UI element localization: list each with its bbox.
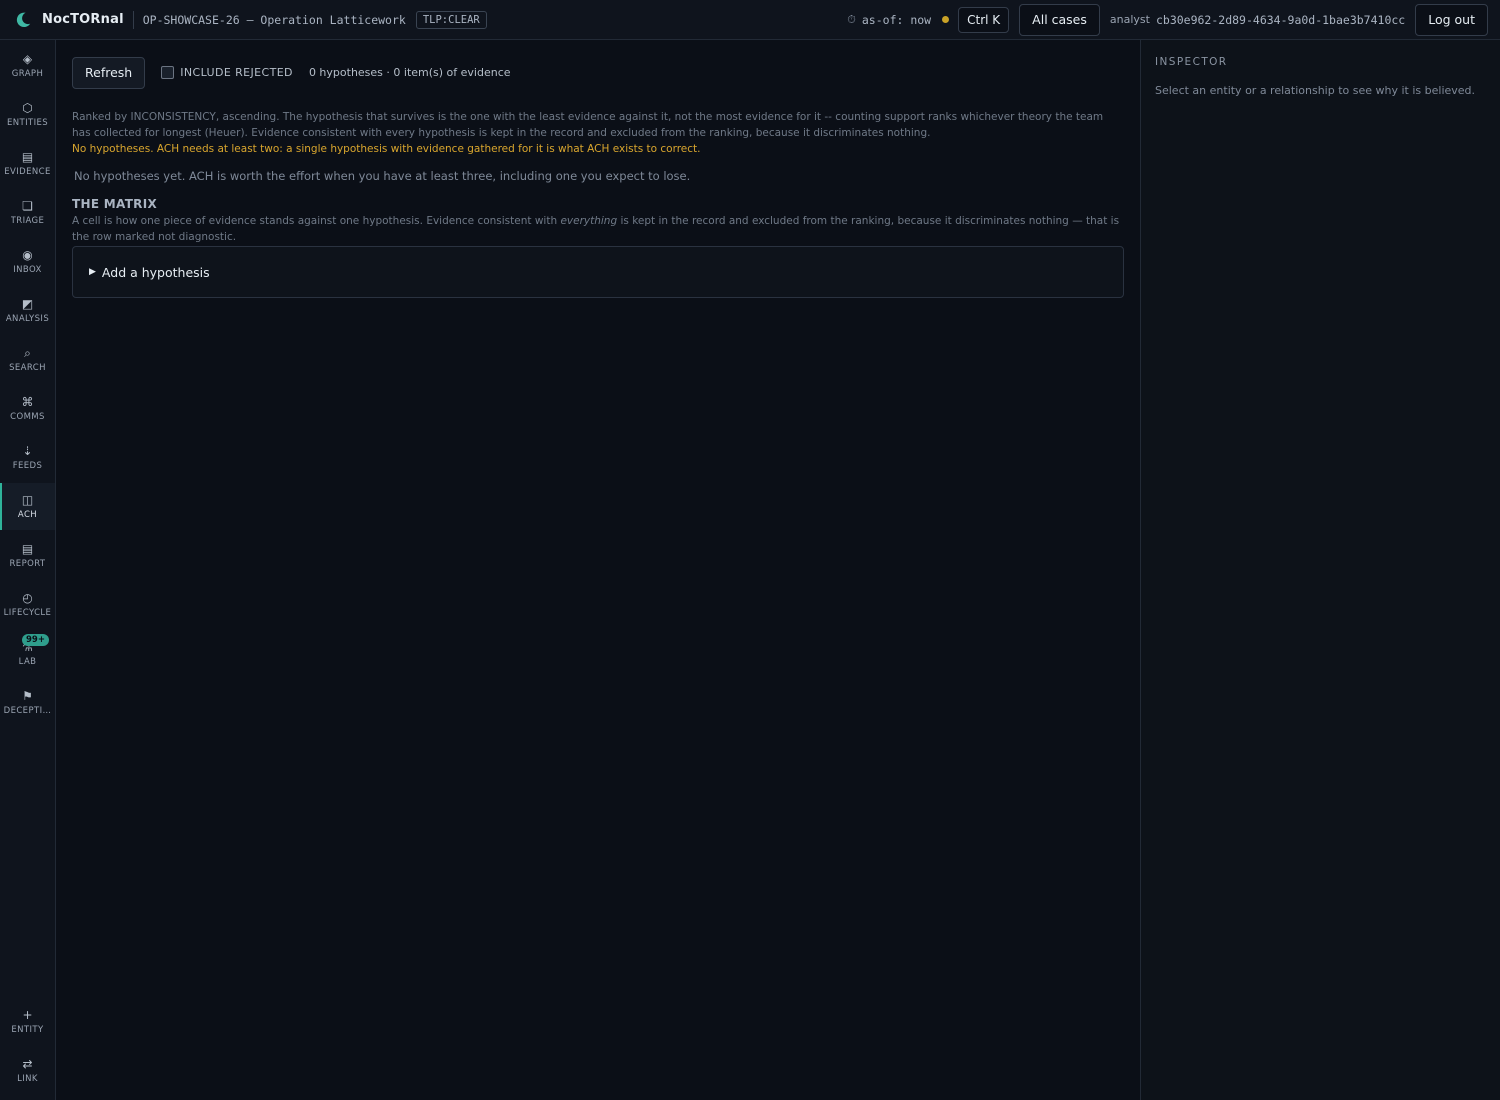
sidebar-item-analysis[interactable]: ◩ ANALYSIS xyxy=(0,287,55,334)
columns-icon: ◫ xyxy=(21,493,34,507)
sidebar-item-label: SEARCH xyxy=(9,363,46,373)
sidebar-nav: ◈ GRAPH ⬡ ENTITIES ▤ EVIDENCE ❏ TRIAGE ◉… xyxy=(0,40,56,1100)
sidebar-item-comms[interactable]: ⌘ COMMS xyxy=(0,385,55,432)
inspector-empty-message: Select an entity or a relationship to se… xyxy=(1155,84,1476,97)
add-link-button[interactable]: ⇄ LINK xyxy=(0,1047,55,1094)
include-rejected-checkbox[interactable] xyxy=(161,66,175,79)
inbox-icon: ◉ xyxy=(22,248,33,262)
empty-state-message: No hypotheses yet. ACH is worth the effo… xyxy=(74,169,691,183)
ach-panel: Refresh INCLUDE REJECTED 0 hypotheses · … xyxy=(56,40,1140,1100)
document-icon: ▤ xyxy=(21,150,34,164)
sidebar-item-label: DECEPTI… xyxy=(3,706,52,716)
triage-icon: ❏ xyxy=(22,199,33,213)
flag-icon: ⚑ xyxy=(22,689,33,703)
inspector-panel: INSPECTOR Select an entity or a relation… xyxy=(1140,40,1500,1100)
sidebar-item-ach[interactable]: ◫ ACH xyxy=(0,483,55,530)
hexagon-icon: ⬡ xyxy=(22,101,33,115)
sidebar-item-label: LINK xyxy=(17,1074,38,1084)
no-hypotheses-warning: No hypotheses. ACH needs at least two: a… xyxy=(72,143,701,155)
sidebar-item-evidence[interactable]: ▤ EVIDENCE xyxy=(0,140,55,187)
sidebar-item-label: FEEDS xyxy=(12,461,43,471)
status-dot xyxy=(942,16,950,23)
moon-logo-icon xyxy=(16,12,31,27)
all-cases-button[interactable]: All cases xyxy=(1019,3,1100,36)
refresh-button[interactable]: Refresh xyxy=(72,56,146,89)
matrix-desc-text: A cell is how one piece of evidence stan… xyxy=(72,215,561,227)
matrix-description: A cell is how one piece of evidence stan… xyxy=(72,213,1122,245)
sidebar-item-entities[interactable]: ⬡ ENTITIES xyxy=(0,91,55,138)
lifecycle-icon: ◴ xyxy=(22,591,33,605)
sidebar-item-triage[interactable]: ❏ TRIAGE xyxy=(0,189,55,236)
include-rejected-toggle[interactable]: INCLUDE REJECTED xyxy=(161,66,293,79)
sidebar-item-label: ACH xyxy=(17,510,38,520)
sidebar-item-feeds[interactable]: ⇣ FEEDS xyxy=(0,434,55,481)
sidebar-item-label: TRIAGE xyxy=(10,216,45,226)
link-icon: ⇄ xyxy=(22,1057,33,1071)
sidebar-item-label: ENTITY xyxy=(11,1025,44,1035)
app-brand: NocTORnal xyxy=(42,12,124,27)
sidebar-item-label: COMMS xyxy=(10,412,45,422)
sidebar-item-label: ANALYSIS xyxy=(5,314,50,324)
inspector-title: INSPECTOR xyxy=(1155,56,1228,68)
add-hypothesis-label: Add a hypothesis xyxy=(101,264,210,280)
top-bar: NocTORnal OP-SHOWCASE-26 — Operation Lat… xyxy=(0,0,1500,40)
clock-icon: ⏱ xyxy=(847,12,856,26)
sidebar-item-label: LAB xyxy=(18,657,37,667)
ach-toolbar: Refresh INCLUDE REJECTED 0 hypotheses · … xyxy=(72,56,1124,89)
report-icon: ▤ xyxy=(21,542,34,556)
sidebar-item-lab[interactable]: 99+ ⚗ LAB xyxy=(0,630,55,677)
sidebar-item-label: ENTITIES xyxy=(6,118,49,128)
sidebar-item-graph[interactable]: ◈ GRAPH xyxy=(0,42,55,89)
sidebar-item-search[interactable]: ⌕ SEARCH xyxy=(0,336,55,383)
topbar-right: ⏱ as-of: now Ctrl K All cases analyst cb… xyxy=(847,3,1500,36)
add-entity-button[interactable]: + ENTITY xyxy=(0,998,55,1045)
plus-icon: + xyxy=(22,1008,33,1022)
sidebar-item-label: EVIDENCE xyxy=(4,167,51,177)
command-palette-button[interactable]: Ctrl K xyxy=(958,6,1010,33)
analyst-id: cb30e962-2d89-4634-9a0d-1bae3b7410cc xyxy=(1155,12,1406,27)
sidebar-item-deception[interactable]: ⚑ DECEPTI… xyxy=(0,679,55,726)
search-icon: ⌕ xyxy=(24,346,31,360)
sidebar-item-label: REPORT xyxy=(9,559,46,569)
lab-count-badge: 99+ xyxy=(22,634,49,646)
divider xyxy=(132,10,134,29)
case-title: OP-SHOWCASE-26 — Operation Latticework xyxy=(142,12,406,27)
feeds-icon: ⇣ xyxy=(22,444,33,458)
graph-icon: ◈ xyxy=(22,52,33,66)
matrix-heading: THE MATRIX xyxy=(72,197,158,211)
sidebar-item-label: GRAPH xyxy=(11,69,44,79)
tlp-badge: TLP:CLEAR xyxy=(415,10,487,29)
analyst-label: analyst xyxy=(1109,13,1150,26)
sidebar-item-label: INBOX xyxy=(13,265,42,275)
analysis-icon: ◩ xyxy=(21,297,34,311)
asof-indicator[interactable]: as-of: now xyxy=(862,13,931,27)
include-rejected-label: INCLUDE REJECTED xyxy=(180,66,293,79)
matrix-desc-emphasis: everything xyxy=(560,215,618,227)
comms-icon: ⌘ xyxy=(21,395,34,409)
ranking-description: Ranked by INCONSISTENCY, ascending. The … xyxy=(72,111,1104,139)
sidebar-item-inbox[interactable]: ◉ INBOX xyxy=(0,238,55,285)
sidebar-item-lifecycle[interactable]: ◴ LIFECYCLE xyxy=(0,581,55,628)
logout-button[interactable]: Log out xyxy=(1415,3,1488,36)
hypothesis-evidence-count: 0 hypotheses · 0 item(s) of evidence xyxy=(308,66,511,79)
add-hypothesis-disclosure[interactable]: ▶ Add a hypothesis xyxy=(72,246,1124,298)
sidebar-item-label: LIFECYCLE xyxy=(3,608,52,618)
sidebar-item-report[interactable]: ▤ REPORT xyxy=(0,532,55,579)
triangle-right-icon: ▶ xyxy=(89,267,96,277)
